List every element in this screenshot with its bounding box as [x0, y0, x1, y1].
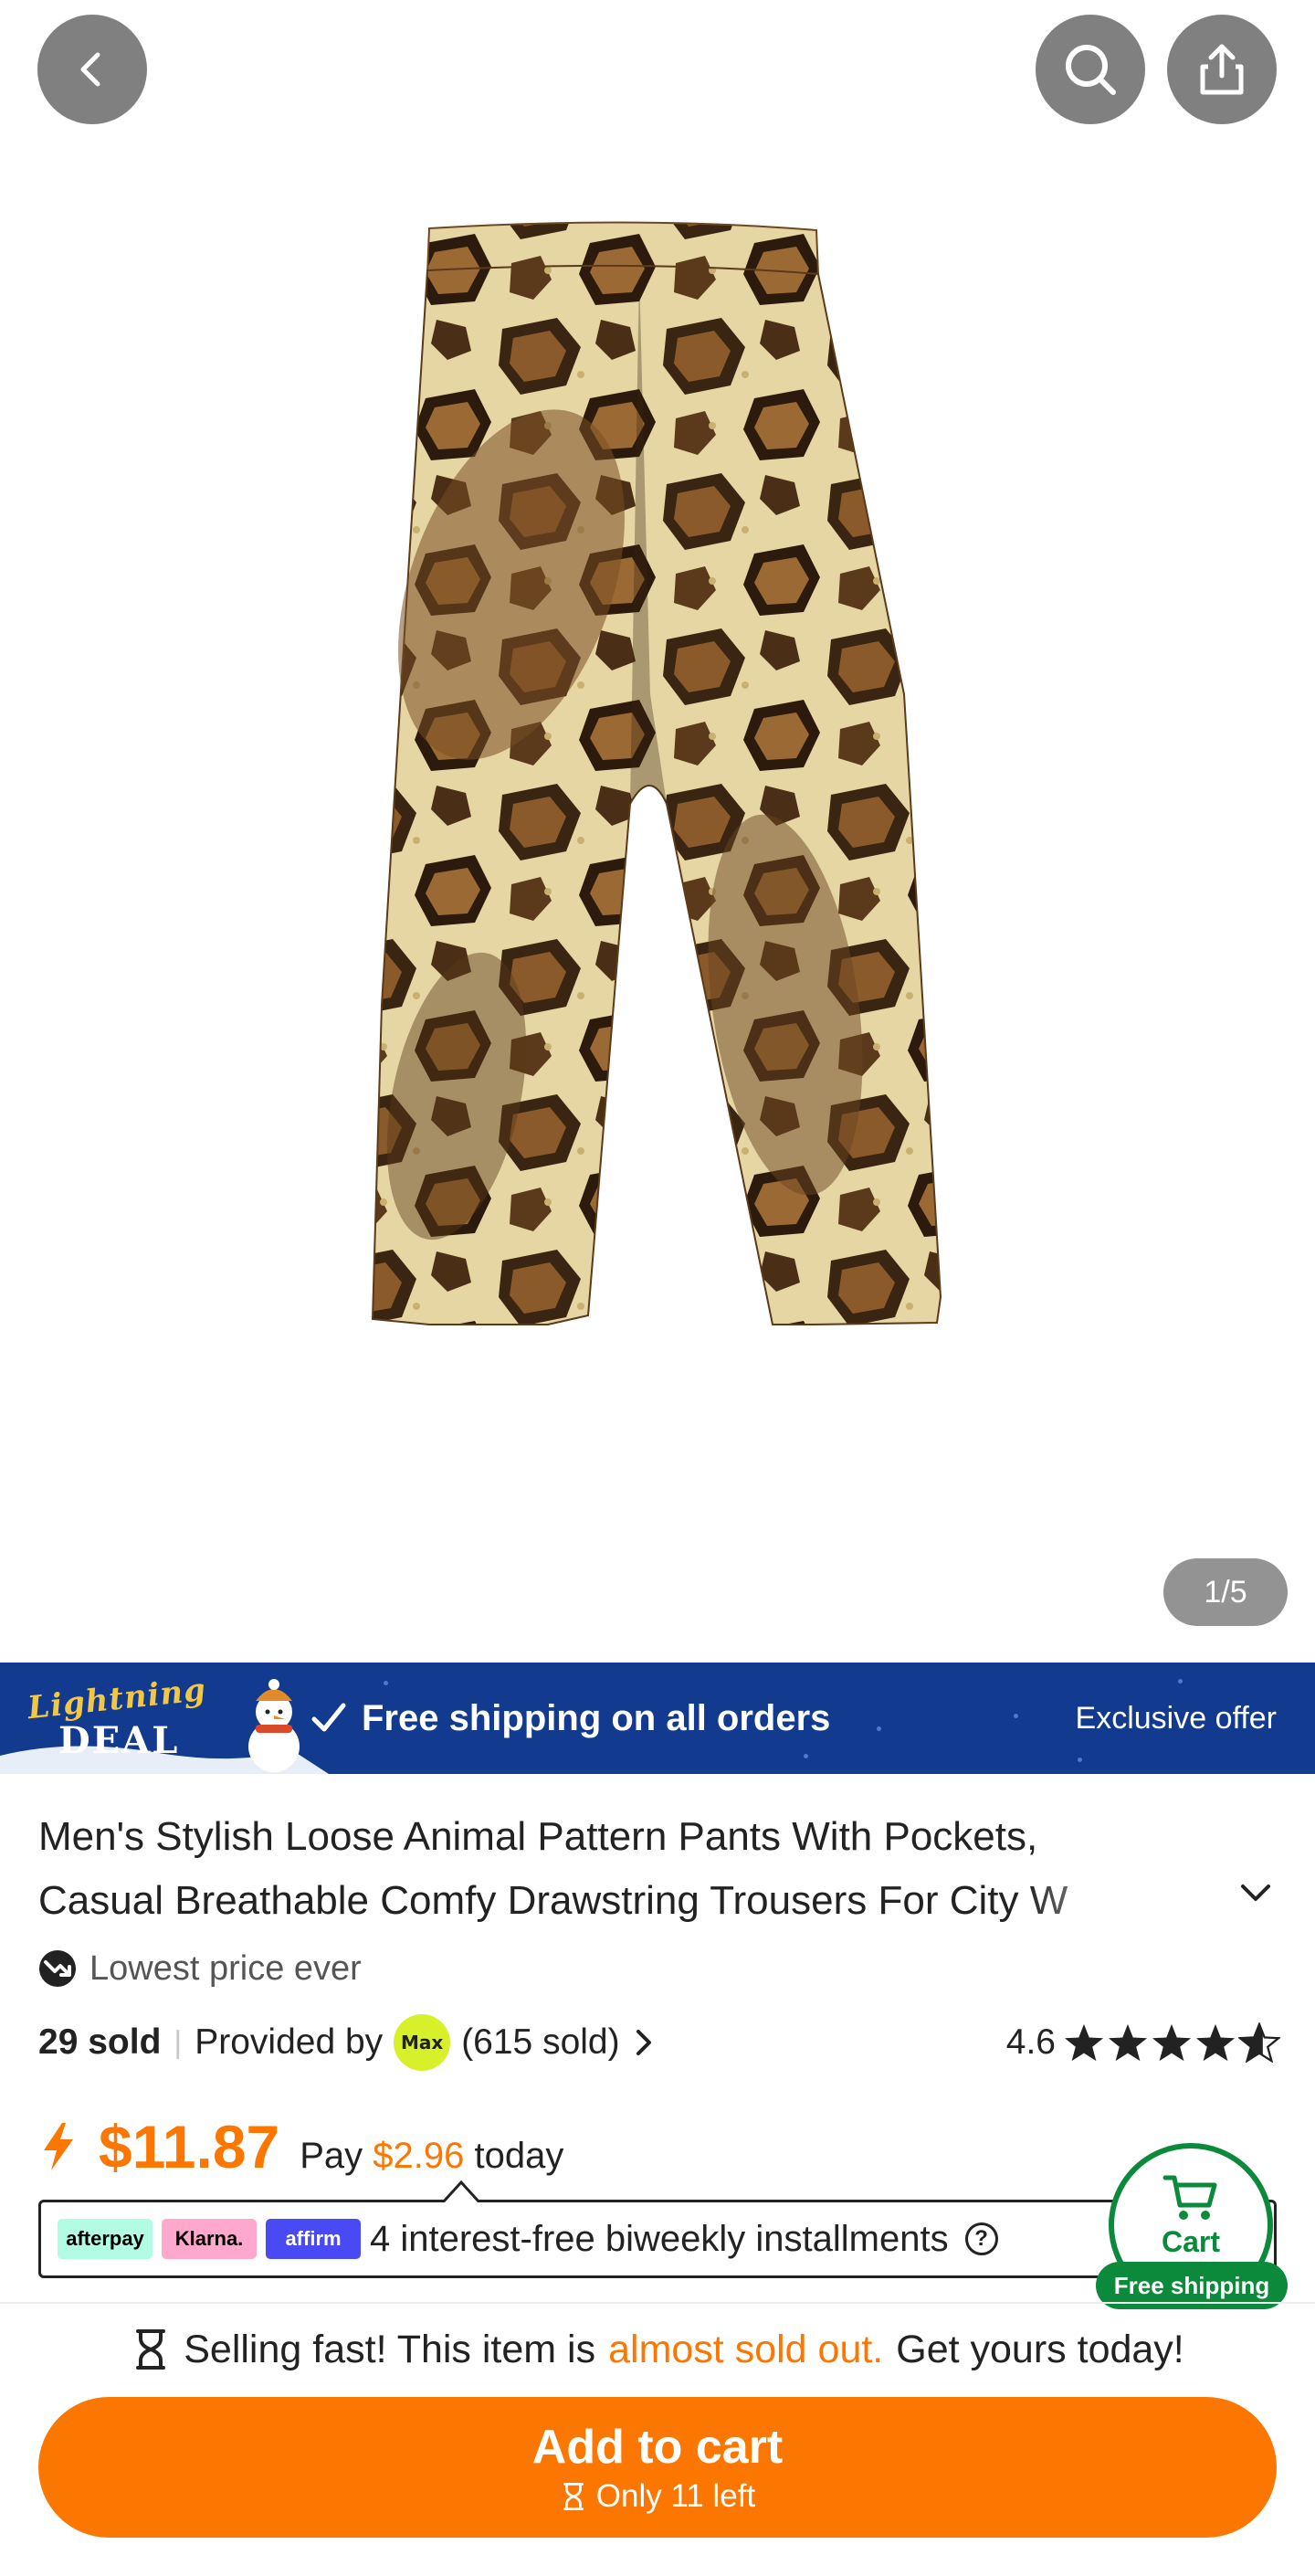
- product-image[interactable]: [0, 0, 1315, 1663]
- lightning-icon: [44, 2123, 73, 2170]
- pay-today-text: Pay $2.96 today: [300, 2136, 563, 2177]
- product-gallery[interactable]: 1/5: [0, 0, 1315, 1663]
- sale-price: $11.87: [99, 2113, 280, 2180]
- store-link[interactable]: Provided by Max (615 sold): [195, 2014, 656, 2071]
- free-shipping-text: Free shipping on all orders: [362, 1697, 831, 1738]
- meta-divider: |: [174, 2024, 183, 2060]
- chevron-left-icon: [80, 52, 100, 87]
- expand-title-button[interactable]: [1233, 1874, 1278, 1911]
- lightning-deal-banner[interactable]: Lightning DEAL Free shipping on all orde…: [0, 1663, 1315, 1774]
- product-title-line2: Casual Breathable Comfy Drawstring Trous…: [38, 1878, 1068, 1923]
- product-title-line1: Men's Stylish Loose Animal Pattern Pants…: [38, 1814, 1038, 1859]
- search-icon: [1066, 45, 1116, 95]
- klarna-logo: Klarna.: [162, 2219, 257, 2259]
- stock-remaining: Only 11 left: [560, 2476, 755, 2517]
- share-icon: [1200, 44, 1244, 95]
- lowest-price-text: Lowest price ever: [89, 1948, 362, 1988]
- star-icon: [1064, 2023, 1104, 2062]
- back-button[interactable]: [37, 15, 147, 124]
- sold-count: 29 sold: [38, 2022, 162, 2062]
- selling-fast-notice: Selling fast! This item is almost sold o…: [0, 2324, 1315, 2375]
- store-sold-count: (615 sold): [461, 2022, 620, 2062]
- rating-stars: [1063, 2022, 1280, 2063]
- star-icon: [1195, 2023, 1236, 2062]
- star-icon: [1152, 2023, 1192, 2062]
- divider: [0, 2302, 1315, 2304]
- star-icon: [1108, 2023, 1148, 2062]
- help-icon[interactable]: ?: [964, 2222, 998, 2255]
- image-page-indicator: 1/5: [1163, 1558, 1288, 1626]
- hourglass-icon: [136, 2329, 166, 2370]
- star-half-icon: [1238, 2022, 1280, 2063]
- lightning-deal-logo: Lightning DEAL: [24, 1672, 216, 1765]
- chevron-right-icon: [636, 2030, 651, 2055]
- stock-text: Only 11 left: [595, 2478, 756, 2514]
- exclusive-offer-label: Exclusive offer: [1075, 1700, 1277, 1736]
- cart-icon: [1162, 2175, 1217, 2220]
- lowest-price-badge: Lowest price ever: [38, 1946, 362, 1991]
- affirm-logo: affirm: [266, 2219, 361, 2259]
- cart-label: Cart: [1161, 2225, 1220, 2258]
- add-to-cart-button[interactable]: Add to cart Only 11 left: [38, 2397, 1277, 2538]
- rating-summary[interactable]: 4.6: [1006, 2022, 1280, 2063]
- provided-by-text: Provided by: [195, 2022, 384, 2062]
- hourglass-icon: [563, 2482, 584, 2510]
- price-row: $11.87 Pay $2.96 today: [38, 2112, 563, 2181]
- installments-box[interactable]: afterpay Klarna. affirm 4 interest-free …: [38, 2180, 1277, 2278]
- rating-value: 4.6: [1005, 2022, 1056, 2062]
- deal-logo-line2: DEAL: [58, 1719, 180, 1762]
- free-shipping-label: Free shipping on all orders: [309, 1690, 830, 1747]
- selling-suffix: Get yours today!: [896, 2327, 1184, 2371]
- pay-suffix: today: [474, 2136, 564, 2176]
- search-button[interactable]: [1036, 15, 1145, 124]
- trend-down-icon: [39, 1950, 76, 1987]
- pay-amount: $2.96: [373, 2136, 465, 2176]
- store-logo[interactable]: Max: [394, 2014, 451, 2071]
- product-meta-row: 29 sold | Provided by Max (615 sold) 4.6: [38, 2014, 1280, 2071]
- add-to-cart-label: Add to cart: [531, 2421, 784, 2474]
- product-title[interactable]: Men's Stylish Loose Animal Pattern Pants…: [38, 1805, 1162, 1933]
- afterpay-logo: afterpay: [58, 2219, 153, 2259]
- selling-highlight: almost sold out.: [608, 2327, 884, 2371]
- share-button[interactable]: [1167, 15, 1277, 124]
- pointer-caret: [443, 2180, 479, 2202]
- installments-text: 4 interest-free biweekly installments: [370, 2218, 949, 2259]
- pay-prefix: Pay: [300, 2136, 363, 2176]
- selling-prefix: Selling fast! This item is: [184, 2327, 596, 2371]
- check-icon: [311, 1703, 346, 1732]
- chevron-down-icon: [1241, 1884, 1270, 1901]
